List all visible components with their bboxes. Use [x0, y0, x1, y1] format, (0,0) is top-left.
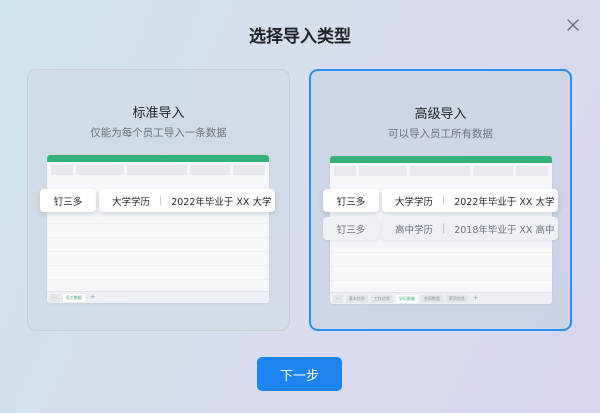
graduation-label: 2022年毕业于 XX 大学 — [171, 196, 272, 208]
advanced-import-title: 高级导入 — [414, 107, 467, 122]
sheet-column-headers — [334, 166, 548, 176]
advanced-import-card[interactable]: 高级导入 可以导入员工所有数据 ··· 基本信息 工作信息 学历数据 合同数据 … — [309, 69, 572, 331]
data-row: 钉三多 大学学历 | 2022年毕业于 XX 大学 — [40, 189, 275, 212]
sheet-header-bar — [47, 155, 269, 162]
plus-icon: + — [472, 294, 479, 302]
advanced-import-subtitle: 可以导入员工所有数据 — [388, 128, 493, 140]
standard-import-title: 标准导入 — [132, 106, 185, 121]
degree-label: 大学学历 — [395, 196, 434, 208]
separator: | — [159, 195, 163, 206]
data-row: 钉三多 高中学历 | 2018年毕业于 XX 高中 — [323, 217, 558, 240]
sheet-tab: 合同数据 — [420, 294, 443, 303]
sheet-tab: ··· — [50, 293, 60, 302]
sheet-column-headers — [51, 165, 265, 175]
sheet-tab-active: 员工数据 — [62, 293, 85, 302]
sheet-tab-bar: ··· 基本信息 工作信息 学历数据 合同数据 薪资信息 + — [330, 292, 552, 304]
standard-import-subtitle: 仅能为每个员工导入一条数据 — [90, 127, 227, 139]
data-row: 钉三多 大学学历 | 2022年毕业于 XX 大学 — [323, 189, 558, 212]
close-icon — [567, 19, 579, 31]
sheet-grid — [47, 210, 269, 280]
dialog-title: 选择导入类型 — [249, 27, 351, 47]
graduation-label: 2022年毕业于 XX 大学 — [454, 196, 555, 208]
sheet-tab: 薪资信息 — [445, 294, 468, 303]
sheet-tab-active: 学历数据 — [395, 294, 418, 303]
sheet-tab: 工作信息 — [370, 294, 393, 303]
degree-label: 高中学历 — [395, 224, 434, 236]
employee-detail: 高中学历 | 2018年毕业于 XX 高中 — [382, 217, 558, 240]
employee-name: 钉三多 — [323, 217, 379, 240]
next-step-button[interactable]: 下一步 — [257, 357, 342, 391]
graduation-label: 2018年毕业于 XX 高中 — [454, 224, 555, 236]
separator: | — [442, 223, 446, 234]
close-button[interactable] — [562, 14, 584, 36]
degree-label: 大学学历 — [112, 196, 151, 208]
sheet-tab: ··· — [333, 294, 343, 303]
spreadsheet-preview: ··· 员工数据 + — [47, 155, 269, 303]
employee-detail: 大学学历 | 2022年毕业于 XX 大学 — [99, 189, 275, 212]
separator: | — [442, 195, 446, 206]
employee-name: 钉三多 — [40, 189, 96, 212]
employee-name: 钉三多 — [323, 189, 379, 212]
sheet-tab: 基本信息 — [345, 294, 368, 303]
employee-detail: 大学学历 | 2022年毕业于 XX 大学 — [382, 189, 558, 212]
standard-import-card[interactable]: 标准导入 仅能为每个员工导入一条数据 ··· 员工数据 + 钉三多 大学学历 |… — [27, 69, 290, 331]
plus-icon: + — [89, 293, 96, 301]
sheet-tab-bar: ··· 员工数据 + — [47, 291, 269, 303]
sheet-header-bar — [330, 156, 552, 163]
